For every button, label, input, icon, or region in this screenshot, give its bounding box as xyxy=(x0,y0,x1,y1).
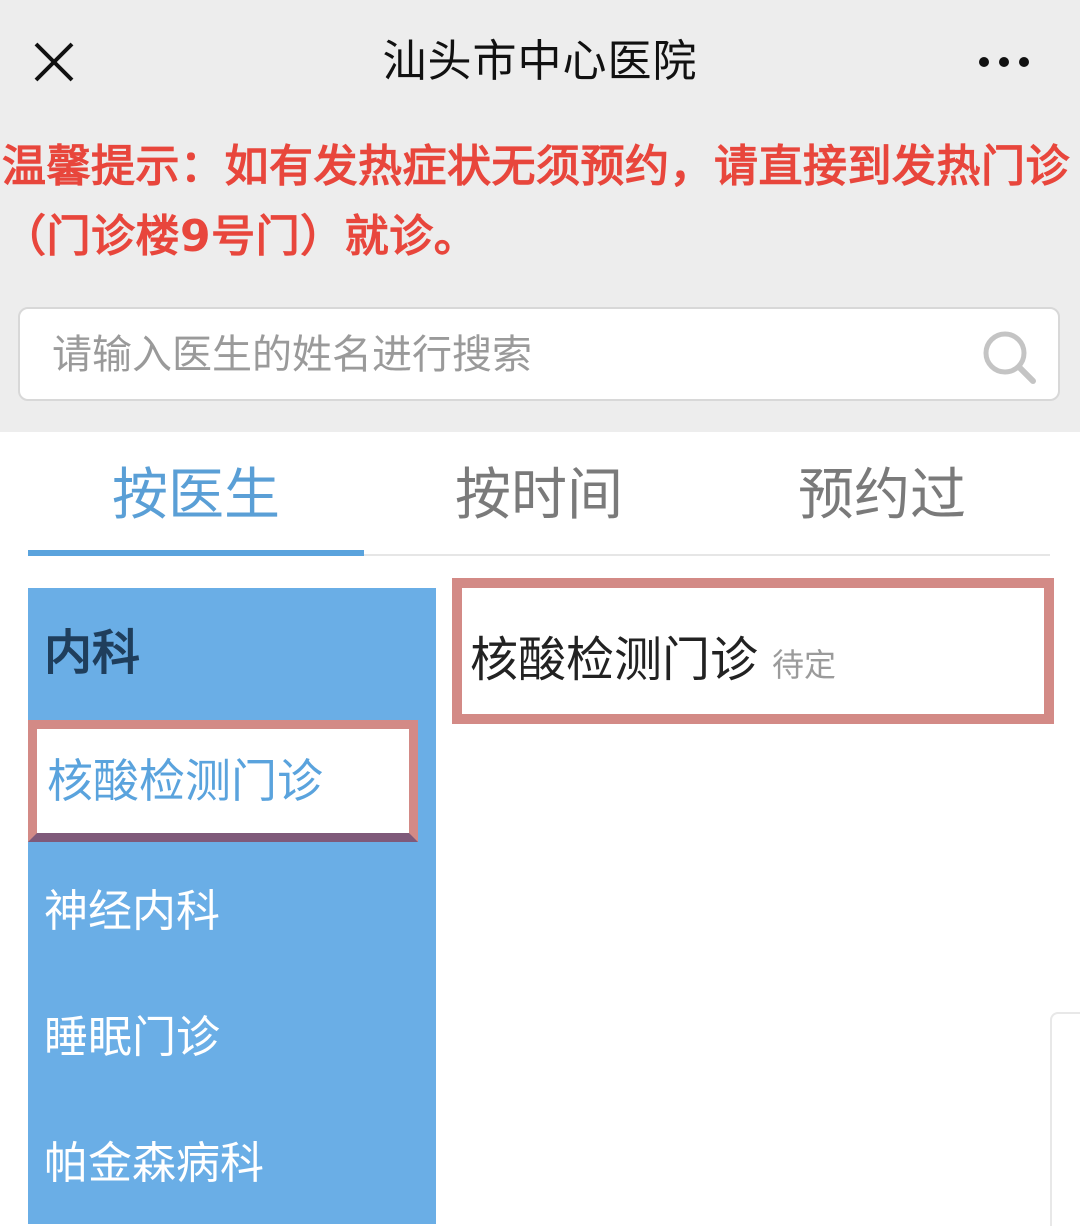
department-item-neurology[interactable]: 神经内科 xyxy=(44,880,220,944)
tab-by-time[interactable]: 按时间 xyxy=(371,460,707,532)
more-button[interactable] xyxy=(972,48,1036,76)
department-item-parkinson[interactable]: 帕金森病科 xyxy=(44,1132,264,1196)
clinic-name-row: 核酸检测门诊 待定 xyxy=(470,628,836,697)
tab-by-doctor[interactable]: 按医生 xyxy=(28,460,364,532)
more-icon xyxy=(979,57,1029,67)
clinic-name: 核酸检测门诊 xyxy=(470,632,759,688)
clinic-status: 待定 xyxy=(772,646,837,684)
department-category: 内科 xyxy=(44,625,141,681)
tab-bar: 按医生 按时间 预约过 xyxy=(28,440,1050,558)
search-icon[interactable] xyxy=(978,326,1040,388)
title-bar: 汕头市中心医院 xyxy=(0,0,1080,125)
search-input[interactable] xyxy=(50,323,954,387)
search-box[interactable] xyxy=(18,307,1060,401)
department-item-label: 核酸检测门诊 xyxy=(47,754,323,808)
department-item-selected[interactable]: 核酸检测门诊 xyxy=(28,720,418,842)
fever-notice: 温馨提示：如有发热症状无须预约，请直接到发热门诊（门诊楼9号门）就诊。 xyxy=(2,141,1070,262)
department-item-sleep[interactable]: 睡眠门诊 xyxy=(44,1006,220,1070)
scroll-edge xyxy=(1050,1012,1080,1226)
active-tab-indicator xyxy=(28,550,364,556)
page-title: 汕头市中心医院 xyxy=(382,36,698,87)
tab-booked[interactable]: 预约过 xyxy=(714,460,1050,532)
department-sidebar: 内科 核酸检测门诊 神经内科 睡眠门诊 帕金森病科 xyxy=(28,588,436,1224)
clinic-card[interactable]: 核酸检测门诊 待定 xyxy=(452,578,1054,724)
